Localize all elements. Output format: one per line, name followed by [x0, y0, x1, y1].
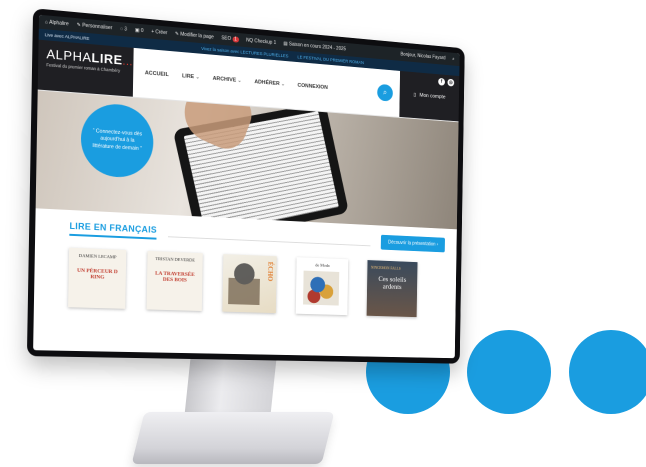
search-icon[interactable]: ⌕ [377, 83, 393, 102]
cover-art [303, 270, 340, 306]
chevron-down-icon: ⌄ [195, 74, 200, 81]
logo-dots: ... [122, 55, 133, 69]
admin-seo-link[interactable]: SEO 1 [221, 35, 239, 43]
admin-site-link[interactable]: ⌂ Alphalire [45, 19, 69, 27]
book-icon: ▯ [413, 92, 417, 98]
monitor: ⌂ Alphalire ✎ Personnaliser ◌ 3 ▣ 0 + Cr… [26, 8, 465, 364]
book-title: Ces soleils ardents [378, 274, 407, 292]
notice-live-label[interactable]: Live avec ALPHALIRE [45, 32, 90, 41]
seo-badge: 1 [232, 36, 239, 43]
discover-presentation-button[interactable]: Découvrir la présentation › [381, 234, 445, 253]
nav-item-archive[interactable]: ARCHIVE ⌄ [213, 76, 242, 84]
main-nav: ACCUEIL LIRE ⌄ ARCHIVE ⌄ ADHÉRER ⌄ CONNE… [145, 70, 328, 91]
book-card[interactable]: ÉCHO [222, 254, 277, 314]
section-divider [168, 236, 371, 247]
book-card[interactable]: TRISTAN DEVERDE LA TRAVERSÉE DES BOIS [146, 250, 203, 311]
hero-callout-bubble[interactable]: “ Connectez-vous dès aujourd'hui à la li… [80, 101, 154, 180]
logo-text-bold: LIRE [91, 50, 123, 68]
account-label: Mon compte [419, 92, 446, 101]
facebook-icon[interactable]: f [438, 77, 446, 86]
admin-checkup-link[interactable]: NQ Checkup 1 [246, 38, 276, 46]
book-card[interactable]: NINCEMON FALLS Ces soleils ardents [366, 260, 418, 318]
book-title: LA TRAVERSÉE DES BOIS [155, 270, 195, 284]
website-screen: ⌂ Alphalire ✎ Personnaliser ◌ 3 ▣ 0 + Cr… [33, 14, 460, 359]
chevron-down-icon: ⌄ [237, 77, 242, 84]
admin-search-icon[interactable]: ⌕ [452, 56, 454, 62]
admin-updates[interactable]: ▣ 0 [135, 27, 144, 34]
book-card[interactable]: DAMIEN LECAMP UN PÉRCEUR D RING [68, 247, 127, 309]
account-button[interactable]: f ◎ ▯ Mon compte [399, 70, 460, 122]
nav-item-accueil[interactable]: ACCUEIL [145, 70, 169, 78]
book-title: ÉCHO [266, 261, 274, 282]
admin-edit-page-link[interactable]: ✎ Modifier la page [175, 31, 214, 40]
instagram-icon[interactable]: ◎ [447, 78, 455, 87]
book-title: UN PÉRCEUR D RING [77, 267, 118, 281]
nav-item-connexion[interactable]: CONNEXION [297, 83, 327, 91]
admin-create-link[interactable]: + Créer [151, 29, 167, 36]
nav-item-lire[interactable]: LIRE ⌄ [182, 73, 200, 80]
admin-greeting[interactable]: Bonjour, Nicolas Fayard [400, 52, 445, 62]
admin-comments[interactable]: ◌ 3 [120, 26, 127, 33]
section-title: LIRE EN FRANÇAIS [69, 220, 157, 240]
palm-illustration [228, 260, 261, 306]
book-author: NINCEMON FALLS [370, 264, 401, 271]
product-mockup: ⌂ Alphalire ✎ Personnaliser ◌ 3 ▣ 0 + Cr… [0, 0, 646, 467]
monitor-stand-base [131, 412, 335, 464]
book-author: TRISTAN DEVERDE [155, 256, 195, 263]
book-card[interactable]: de Moda [295, 257, 349, 316]
book-author: DAMIEN LECAMP [78, 253, 117, 260]
nav-item-adherer[interactable]: ADHÉRER ⌄ [254, 79, 285, 87]
book-author: de Moda [315, 262, 330, 268]
admin-customize-link[interactable]: ✎ Personnaliser [77, 22, 113, 31]
site-logo[interactable]: ALPHALIRE... Festival du premier roman à… [37, 39, 134, 97]
chevron-down-icon: ⌄ [281, 81, 285, 88]
